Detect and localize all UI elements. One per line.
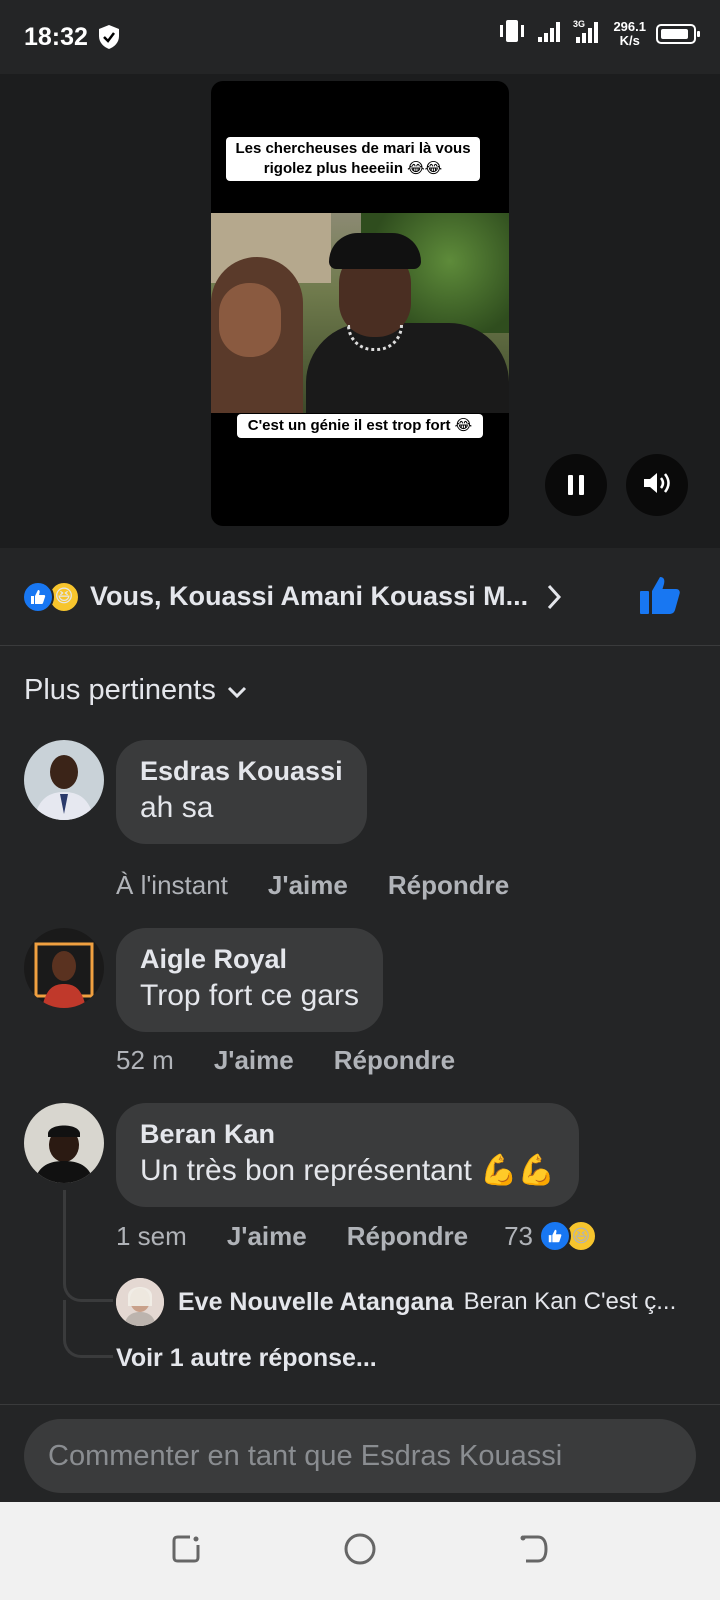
comment-author[interactable]: Esdras Kouassi	[140, 754, 343, 788]
comment-reactions[interactable]: 73 😆	[504, 1220, 597, 1252]
avatar[interactable]	[24, 740, 104, 820]
thumbs-up-icon	[638, 577, 682, 620]
reply-author[interactable]: Eve Nouvelle Atangana	[178, 1288, 454, 1317]
clock: 18:32	[24, 22, 88, 51]
recents-icon	[170, 1533, 202, 1570]
comment-time: À l'instant	[116, 870, 228, 900]
video-area: Les chercheuses de mari là vous rigolez …	[0, 74, 720, 548]
comment-author[interactable]: Aigle Royal	[140, 942, 359, 976]
status-icons: 3G 296.1 K/s	[497, 18, 700, 49]
avatar[interactable]	[116, 1278, 164, 1326]
home-button[interactable]	[338, 1529, 382, 1573]
video-player[interactable]: Les chercheuses de mari là vous rigolez …	[211, 81, 509, 526]
comment-time: 1 sem	[116, 1220, 187, 1251]
comment-text: Trop fort ce gars	[140, 979, 359, 1012]
reply-text: Beran Kan C'est ç...	[463, 1288, 677, 1315]
shield-icon	[98, 24, 120, 50]
like-icon	[22, 580, 54, 613]
battery-icon	[656, 23, 700, 44]
comment-input[interactable]	[24, 1419, 696, 1493]
video-caption-bottom: C'est un génie il est trop fort 😂	[237, 414, 483, 438]
sort-dropdown[interactable]: Plus pertinents	[24, 674, 248, 707]
network-speed: 296.1 K/s	[613, 18, 646, 48]
reaction-count: 73	[504, 1220, 533, 1251]
comment-bubble[interactable]: Beran Kan Un très bon représentant 💪💪	[116, 1103, 579, 1207]
thread-connector	[63, 1300, 113, 1358]
comment-actions: 52 m J'aime Répondre	[116, 1045, 455, 1076]
comment-time: 52 m	[116, 1045, 174, 1075]
avatar[interactable]	[24, 1103, 104, 1183]
sort-label: Plus pertinents	[24, 674, 216, 706]
comment-text: ah sa	[140, 791, 214, 824]
chevron-down-icon	[226, 674, 248, 707]
reply-preview[interactable]: Eve Nouvelle Atangana Beran Kan C'est ç.…	[116, 1278, 676, 1326]
reply-button[interactable]: Répondre	[388, 870, 509, 901]
video-frame	[211, 213, 509, 413]
pause-button[interactable]	[545, 454, 607, 516]
comment-actions: 1 sem J'aime Répondre 73 😆	[116, 1220, 597, 1252]
vibrate-icon	[497, 18, 527, 49]
comment-author[interactable]: Beran Kan	[140, 1117, 555, 1151]
comment-bubble[interactable]: Esdras Kouassi ah sa	[116, 740, 367, 844]
status-bar: 18:32 3G 296.1 K/s	[0, 0, 720, 74]
recents-button[interactable]	[164, 1529, 208, 1573]
signal-3g-icon: 3G	[573, 18, 603, 49]
avatar[interactable]	[24, 928, 104, 1008]
compose-bar	[0, 1404, 720, 1502]
view-more-replies-link[interactable]: Voir 1 autre réponse...	[116, 1344, 377, 1373]
back-icon	[518, 1533, 550, 1570]
reaction-icons: 😆	[22, 580, 80, 613]
home-icon	[343, 1532, 377, 1571]
system-nav-bar	[0, 1502, 720, 1600]
back-button[interactable]	[512, 1529, 556, 1573]
comment-actions: À l'instant J'aime Répondre	[116, 870, 509, 901]
like-comment-button[interactable]: J'aime	[214, 1045, 294, 1076]
svg-text:3G: 3G	[573, 19, 585, 29]
like-icon	[538, 1220, 571, 1252]
chevron-right-icon	[546, 583, 562, 611]
video-caption-top: Les chercheuses de mari là vous rigolez …	[226, 137, 480, 181]
like-comment-button[interactable]: J'aime	[268, 870, 348, 901]
comment-text: Un très bon représentant 💪💪	[140, 1154, 555, 1187]
volume-icon	[641, 469, 673, 502]
reaction-summary-text: Vous, Kouassi Amani Kouassi M...	[90, 581, 529, 611]
volume-button[interactable]	[626, 454, 688, 516]
reply-button[interactable]: Répondre	[334, 1045, 455, 1076]
signal-icon	[537, 19, 563, 48]
comment-bubble[interactable]: Aigle Royal Trop fort ce gars	[116, 928, 383, 1032]
reply-button[interactable]: Répondre	[347, 1221, 468, 1252]
like-comment-button[interactable]: J'aime	[227, 1221, 307, 1252]
pause-icon	[565, 475, 587, 495]
reaction-summary[interactable]: 😆 Vous, Kouassi Amani Kouassi M...	[0, 548, 720, 646]
thread-connector	[63, 1190, 113, 1302]
like-button[interactable]	[638, 574, 682, 621]
